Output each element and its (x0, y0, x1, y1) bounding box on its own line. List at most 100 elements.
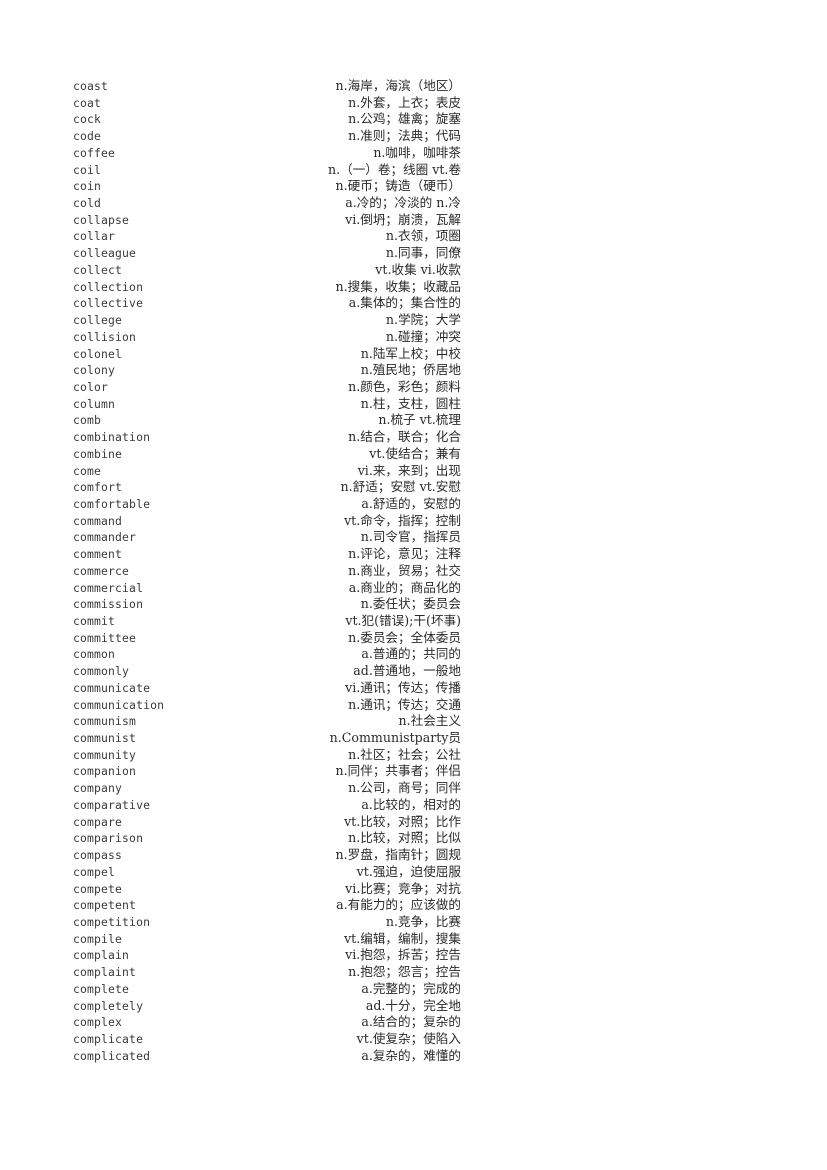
vocabulary-entry-row: complaint n.抱怨；怨言；控告 (0, 964, 827, 981)
entry-definition: a.舒适的，安慰的 (361, 495, 461, 511)
vocabulary-entry-row: comfortable a.舒适的，安慰的 (0, 496, 827, 513)
entry-definition: n.外套，上衣；表皮 (348, 94, 461, 110)
entry-definition: n.同事，同僚 (385, 245, 461, 261)
entry-definition: a.普通的；共同的 (361, 646, 461, 662)
entry-definition: vt.犯(错误);干(坏事) (345, 613, 461, 628)
vocabulary-word-list: coast n.海岸，海滨（地区） coat n.外套，上衣；表皮 cock n.公鸡；雄… (0, 78, 827, 1064)
vocabulary-entry-row: compile vt.编辑，编制，搜集 (0, 931, 827, 948)
vocabulary-entry-row: compare vt.比较，对照；比作 (0, 814, 827, 831)
vocabulary-entry-row: complicated a.复杂的，难懂的 (0, 1048, 827, 1065)
vocabulary-entry-row: communication n.通讯；传达；交通 (0, 697, 827, 714)
vocabulary-entry-row: communism n.社会主义 (0, 713, 827, 730)
entry-definition: vt.使复杂；使陷入 (356, 1030, 461, 1046)
entry-definition: vi.抱怨，拆苦；控告 (345, 947, 461, 963)
entry-definition: a.比较的，相对的 (361, 796, 461, 812)
vocabulary-entry-row: cock n.公鸡；雄禽；旋塞 (0, 111, 827, 128)
entry-definition: n.海岸，海滨（地区） (335, 78, 461, 93)
entry-definition: n.咖啡，咖啡茶 (373, 144, 461, 160)
vocabulary-entry-row: communicate vi.通讯；传达；传播 (0, 680, 827, 697)
vocabulary-entry-row: communist n.Communistparty员 (0, 730, 827, 747)
vocabulary-entry-row: compass n.罗盘，指南针；圆规 (0, 847, 827, 864)
vocabulary-entry-row: colonel n.陆军上校；中校 (0, 346, 827, 363)
vocabulary-entry-row: competition n.竞争，比赛 (0, 914, 827, 931)
vocabulary-entry-row: come vi.来，来到；出现 (0, 463, 827, 480)
entry-definition: n.搜集，收集；收藏品 (335, 278, 461, 294)
vocabulary-entry-row: collect vt.收集 vi.收款 (0, 262, 827, 279)
entry-definition: n.同伴；共事者；伴侣 (335, 763, 461, 779)
vocabulary-entry-row: code n.准则；法典；代码 (0, 128, 827, 145)
entry-definition: vi.来，来到；出现 (357, 462, 461, 478)
entry-definition: n.颜色，彩色；颜料 (348, 378, 461, 394)
vocabulary-entry-row: complain vi.抱怨，拆苦；控告 (0, 947, 827, 964)
vocabulary-entry-row: companion n.同伴；共事者；伴侣 (0, 763, 827, 780)
entry-definition: n.商业，贸易；社交 (348, 562, 461, 578)
entry-definition: n.公鸡；雄禽；旋塞 (348, 111, 461, 127)
vocabulary-entry-row: competent a.有能力的；应该做的 (0, 897, 827, 914)
entry-definition: a.完整的；完成的 (361, 980, 461, 996)
vocabulary-entry-row: collar n.衣领，项圈 (0, 228, 827, 245)
vocabulary-entry-row: complete a.完整的；完成的 (0, 981, 827, 998)
entry-definition: a.有能力的；应该做的 (336, 897, 461, 913)
vocabulary-entry-row: commonly ad.普通地，一般地 (0, 663, 827, 680)
entry-definition: vi.比赛；竞争；对抗 (345, 880, 461, 896)
vocabulary-entry-row: comparison n.比较，对照；比似 (0, 830, 827, 847)
entry-definition: n.委任状；委员会 (360, 596, 461, 612)
entry-definition: n.（一）卷；线圈 vt.卷 (327, 161, 461, 177)
entry-definition: ad.十分，完全地 (365, 997, 461, 1013)
entry-definition: ad.普通地，一般地 (353, 663, 461, 679)
entry-definition: n.Communistparty员 (329, 730, 461, 746)
entry-definition: n.学院；大学 (385, 312, 461, 328)
entry-definition: n.梳子 vt.梳理 (378, 412, 461, 428)
vocabulary-entry-row: coat n.外套，上衣；表皮 (0, 95, 827, 112)
entry-definition: a.商业的；商品化的 (348, 579, 461, 595)
vocabulary-entry-row: compel vt.强迫，迫使屈服 (0, 864, 827, 881)
vocabulary-entry-row: color n.颜色，彩色；颜料 (0, 379, 827, 396)
vocabulary-entry-row: coin n.硬币；铸造（硬币） (0, 178, 827, 195)
vocabulary-entry-row: coil n.（一）卷；线圈 vt.卷 (0, 162, 827, 179)
vocabulary-entry-row: column n.柱，支柱，圆柱 (0, 396, 827, 413)
entry-definition: n.舒适；安慰 vt.安慰 (340, 479, 461, 495)
vocabulary-entry-row: commission n.委任状；委员会 (0, 596, 827, 613)
vocabulary-entry-row: commit vt.犯(错误);干(坏事) (0, 613, 827, 630)
vocabulary-entry-row: completely ad.十分，完全地 (0, 998, 827, 1015)
entry-definition: n.竞争，比赛 (385, 913, 461, 929)
entry-definition: n.评论，意见；注释 (348, 546, 461, 562)
entry-definition: vt.比较，对照；比作 (344, 813, 461, 829)
vocabulary-entry-row: coffee n.咖啡，咖啡茶 (0, 145, 827, 162)
vocabulary-entry-row: commercial a.商业的；商品化的 (0, 580, 827, 597)
vocabulary-entry-row: combine vt.使结合；兼有 (0, 446, 827, 463)
entry-definition: n.柱，支柱，圆柱 (360, 395, 461, 411)
vocabulary-entry-row: commander n.司令官，指挥员 (0, 529, 827, 546)
entry-definition: a.结合的；复杂的 (361, 1014, 461, 1030)
entry-definition: n.结合，联合；化合 (348, 429, 461, 445)
vocabulary-entry-row: comment n.评论，意见；注释 (0, 546, 827, 563)
entry-definition: a.复杂的，难懂的 (361, 1047, 461, 1063)
entry-definition: n.抱怨；怨言；控告 (348, 964, 461, 980)
vocabulary-entry-row: colony n.殖民地；侨居地 (0, 362, 827, 379)
entry-definition: n.碰撞；冲突 (385, 328, 461, 344)
vocabulary-entry-row: common a.普通的；共同的 (0, 646, 827, 663)
vocabulary-entry-row: coast n.海岸，海滨（地区） (0, 78, 827, 95)
vocabulary-entry-row: collision n.碰撞；冲突 (0, 329, 827, 346)
vocabulary-entry-row: college n.学院；大学 (0, 312, 827, 329)
entry-definition: vi.倒坍；崩溃，瓦解 (345, 211, 461, 227)
vocabulary-entry-row: commerce n.商业，贸易；社交 (0, 563, 827, 580)
vocabulary-entry-row: comb n.梳子 vt.梳理 (0, 412, 827, 429)
vocabulary-entry-row: combination n.结合，联合；化合 (0, 429, 827, 446)
entry-definition: n.硬币；铸造（硬币） (335, 178, 461, 194)
entry-definition: vt.强迫，迫使屈服 (356, 863, 461, 879)
entry-definition: vt.编辑，编制，搜集 (344, 930, 461, 946)
entry-definition: n.衣领，项圈 (385, 228, 461, 244)
entry-definition: a.冷的；冷淡的 n.冷 (345, 195, 461, 211)
entry-definition: n.社会主义 (398, 713, 462, 729)
entry-definition: a.集体的；集合性的 (348, 295, 461, 311)
entry-definition: n.罗盘，指南针；圆规 (335, 847, 461, 863)
entry-definition: n.委员会；全体委员 (348, 629, 461, 645)
vocabulary-entry-row: collapse vi.倒坍；崩溃，瓦解 (0, 212, 827, 229)
entry-definition: n.社区；社会；公社 (348, 746, 461, 762)
entry-definition: n.比较，对照；比似 (348, 830, 461, 846)
entry-definition: n.司令官，指挥员 (360, 529, 461, 545)
entry-definition: vt.使结合；兼有 (369, 445, 461, 461)
vocabulary-entry-row: complex a.结合的；复杂的 (0, 1014, 827, 1031)
vocabulary-entry-row: colleague n.同事，同僚 (0, 245, 827, 262)
